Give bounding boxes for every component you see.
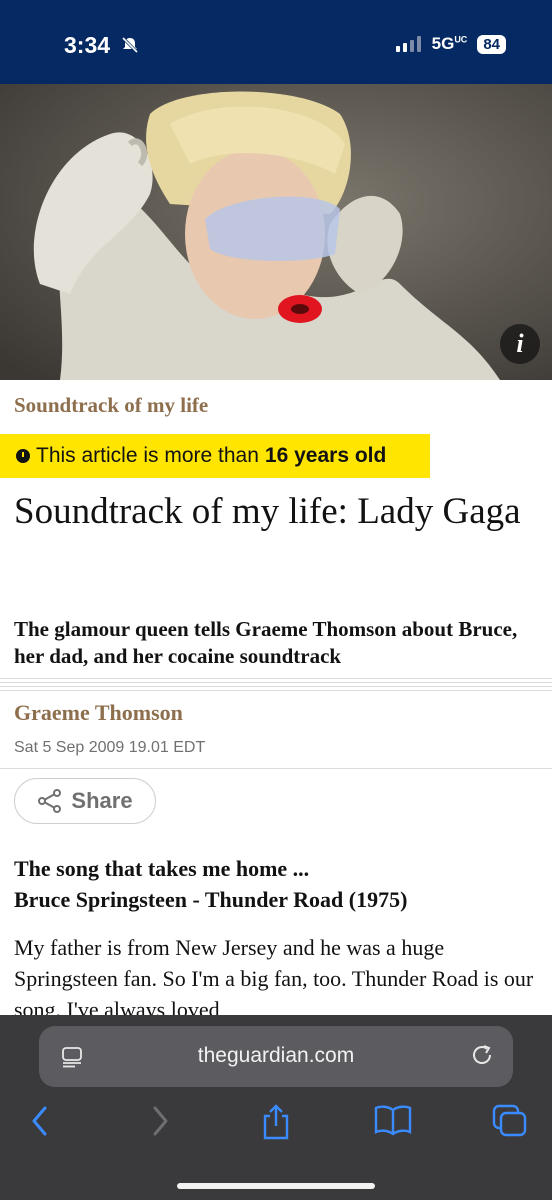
- article-standfirst: The glamour queen tells Graeme Thomson a…: [14, 617, 518, 668]
- image-info-button[interactable]: i: [500, 324, 540, 364]
- browser-nav-row: [0, 1104, 552, 1144]
- author-byline[interactable]: Graeme Thomson: [14, 700, 183, 726]
- status-right: 5GUC 84: [395, 34, 506, 54]
- url-text: theguardian.com: [197, 1044, 355, 1067]
- clock-icon: [16, 449, 30, 463]
- share-sheet-icon[interactable]: [260, 1104, 292, 1140]
- subheading-line-1: The song that takes me home ...: [14, 856, 310, 881]
- signal-icon: [395, 36, 421, 52]
- share-label: Share: [71, 788, 133, 813]
- age-notice-bold: 16 years old: [264, 444, 387, 467]
- silent-bell-icon: [122, 36, 139, 54]
- divider: [0, 768, 552, 769]
- reload-icon[interactable]: [469, 1042, 495, 1068]
- article-body-paragraph: My father is from New Jersey and he was …: [14, 935, 534, 1016]
- article-age-notice: This article is more than 16 years old: [0, 434, 430, 478]
- divider-rules: [0, 678, 552, 692]
- status-bar: 3:34 5GUC 84: [0, 0, 552, 84]
- subheading-line-2: Bruce Springsteen - Thunder Road (1975): [14, 887, 408, 912]
- time-label: 3:34: [64, 32, 111, 58]
- article-subheading: The song that takes me home ... Bruce Sp…: [14, 853, 539, 915]
- tabs-icon[interactable]: [492, 1104, 528, 1138]
- home-indicator: [177, 1183, 375, 1189]
- battery-badge: 84: [477, 34, 506, 54]
- hero-photo-illustration: [0, 84, 552, 380]
- forward-chevron-icon[interactable]: [150, 1104, 170, 1138]
- back-chevron-icon[interactable]: [30, 1104, 50, 1138]
- address-bar[interactable]: theguardian.com: [39, 1026, 513, 1087]
- hero-image: i: [0, 84, 552, 380]
- bookmarks-book-icon[interactable]: [374, 1104, 412, 1136]
- status-time: 3:34: [64, 32, 140, 59]
- network-label: 5GUC: [431, 34, 468, 53]
- article-headline: Soundtrack of my life: Lady Gaga: [14, 491, 521, 532]
- section-kicker[interactable]: Soundtrack of my life: [14, 393, 208, 418]
- publish-date: Sat 5 Sep 2009 19.01 EDT: [14, 739, 206, 756]
- age-notice-text: This article is more than: [36, 444, 259, 467]
- share-button[interactable]: Share: [14, 778, 156, 824]
- share-icon: [38, 789, 62, 813]
